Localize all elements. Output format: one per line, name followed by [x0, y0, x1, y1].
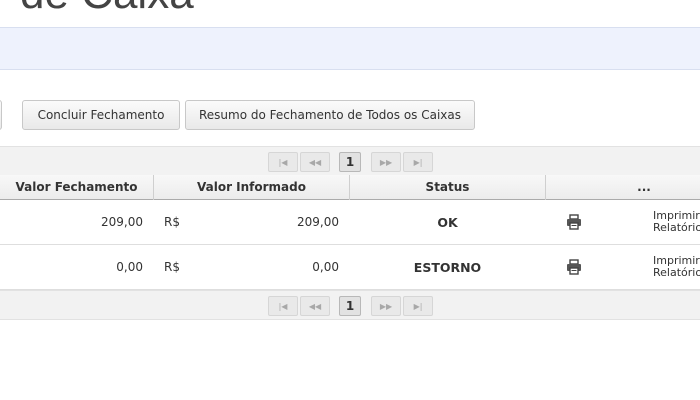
resumo-fechamento-button[interactable]: Resumo do Fechamento de Todos os Caixas: [185, 100, 475, 130]
info-bar: [0, 27, 700, 70]
column-header-status[interactable]: Status: [350, 175, 545, 199]
page-title: de Caixa: [20, 0, 194, 16]
currency-label: R$: [164, 215, 180, 229]
table-header: Valor Fechamento Valor Informado Status …: [0, 175, 700, 200]
first-page-icon[interactable]: |◀: [268, 296, 298, 316]
next-page-icon[interactable]: ▶▶: [371, 152, 401, 172]
link-line: Relatório: [653, 221, 700, 234]
link-line: Relatório: [653, 266, 700, 279]
page-number-current[interactable]: 1: [339, 152, 361, 172]
previous-page-icon[interactable]: ◀◀: [300, 152, 330, 172]
printer-icon[interactable]: [563, 200, 585, 244]
left-button-partial[interactable]: [0, 100, 2, 130]
valor-fechamento-cell: 209,00: [101, 215, 143, 229]
valor-informado-cell: 209,00: [297, 215, 339, 229]
column-header-valor-informado[interactable]: Valor Informado: [154, 175, 349, 199]
next-page-icon[interactable]: ▶▶: [371, 296, 401, 316]
status-cell: ESTORNO: [413, 259, 482, 275]
last-page-icon[interactable]: ▶|: [403, 296, 433, 316]
imprimir-relatorio-link[interactable]: Imprimir Relatório: [653, 200, 700, 244]
column-header-actions[interactable]: ...: [546, 175, 700, 199]
status-cell: OK: [437, 214, 458, 230]
pager-bottom: |◀ ◀◀ 1 ▶▶ ▶|: [0, 290, 700, 320]
last-page-icon[interactable]: ▶|: [403, 152, 433, 172]
valor-informado-cell: 0,00: [312, 260, 339, 274]
column-header-valor-fechamento[interactable]: Valor Fechamento: [0, 175, 153, 199]
first-page-icon[interactable]: |◀: [268, 152, 298, 172]
previous-page-icon[interactable]: ◀◀: [300, 296, 330, 316]
valor-fechamento-cell: 0,00: [116, 260, 143, 274]
concluir-fechamento-button[interactable]: Concluir Fechamento: [22, 100, 180, 130]
imprimir-relatorio-link[interactable]: Imprimir Relatório: [653, 245, 700, 289]
currency-label: R$: [164, 260, 180, 274]
table-row: 209,00 R$ 209,00 OK Imprimir Relatório: [0, 200, 700, 245]
page-number-current[interactable]: 1: [339, 296, 361, 316]
printer-icon[interactable]: [563, 245, 585, 289]
pager-top: |◀ ◀◀ 1 ▶▶ ▶|: [0, 146, 700, 176]
table-row: 0,00 R$ 0,00 ESTORNO Imprimir Relatório: [0, 245, 700, 290]
